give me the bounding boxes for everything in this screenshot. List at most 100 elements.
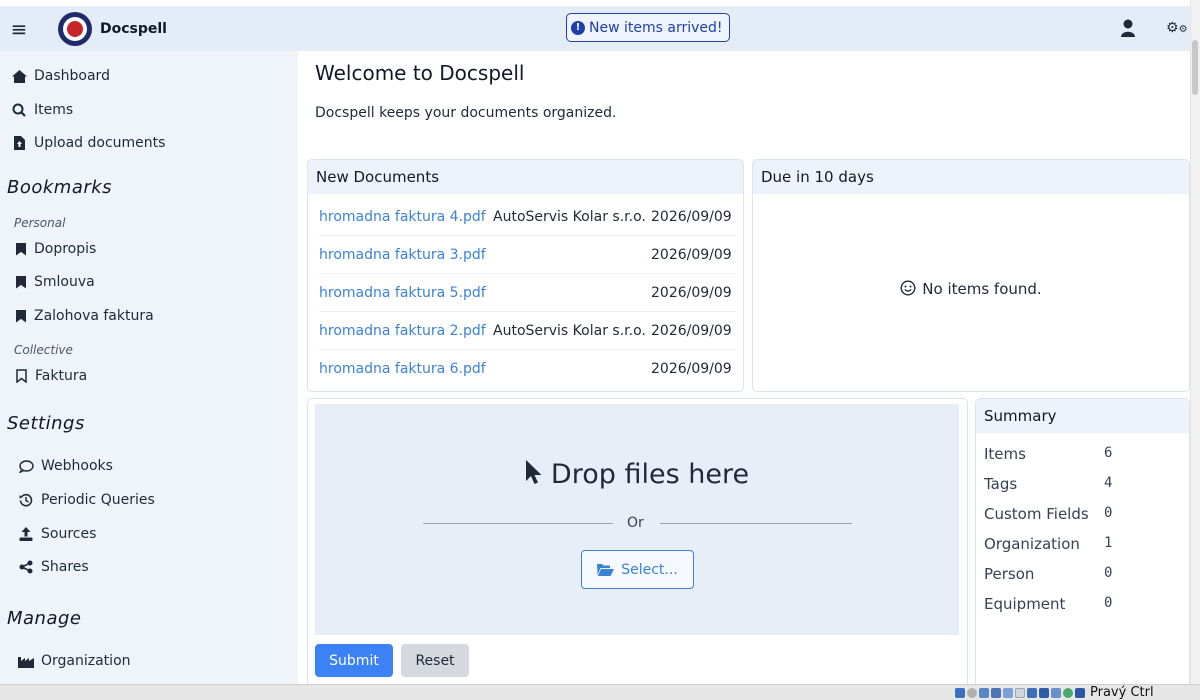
summary-label: Custom Fields <box>984 505 1089 523</box>
settings-gears-icon[interactable]: ⚙⚙ <box>1166 20 1188 36</box>
scrollbar-track[interactable] <box>1190 0 1200 684</box>
document-date: 2026/09/09 <box>651 208 732 225</box>
user-icon[interactable] <box>1120 18 1136 38</box>
tray-icon-usb[interactable] <box>1003 688 1013 698</box>
file-upload-icon <box>10 136 28 150</box>
bookmark-label: Faktura <box>35 368 88 384</box>
sidebar-item-shares[interactable]: Shares <box>18 559 89 575</box>
table-row: hromadna faktura 2.pdf AutoServis Kolar … <box>319 312 737 350</box>
document-link[interactable]: hromadna faktura 4.pdf <box>319 209 493 225</box>
divider-left <box>423 523 613 524</box>
table-row: hromadna faktura 4.pdf AutoServis Kolar … <box>319 198 737 236</box>
document-date: 2026/09/09 <box>651 246 732 263</box>
summary-title: Summary <box>976 399 1189 433</box>
sidebar-item-label: Sources <box>41 526 97 542</box>
tray-icon-keyboard[interactable] <box>1075 688 1085 698</box>
due-title: Due in 10 days <box>753 160 1189 194</box>
bookmark-label: Smlouva <box>34 274 95 290</box>
summary-value: 6 <box>1104 445 1113 461</box>
pointer-icon <box>525 459 543 485</box>
tray-icon-network[interactable] <box>991 688 1001 698</box>
sidebar-item-items[interactable]: Items <box>10 102 73 118</box>
bookmark-icon <box>16 242 26 256</box>
drop-zone[interactable]: Drop files here Or Select... <box>315 404 959 635</box>
summary-value: 4 <box>1104 475 1113 491</box>
top-bar: ≡ Docspell ! New items arrived! ⚙⚙ <box>0 6 1190 51</box>
summary-row: Tags 4 <box>984 475 1112 493</box>
new-items-notice[interactable]: ! New items arrived! <box>566 13 730 42</box>
document-link[interactable]: hromadna faktura 2.pdf <box>319 323 493 339</box>
sidebar-item-label: Webhooks <box>41 458 113 474</box>
smile-icon <box>900 280 916 296</box>
page-subtitle: Docspell keeps your documents organized. <box>315 105 617 121</box>
drop-text: Drop files here <box>550 459 750 490</box>
table-row: hromadna faktura 3.pdf 2026/09/09 <box>319 236 737 274</box>
summary-row: Equipment 0 <box>984 595 1112 613</box>
sidebar-item-periodic-queries[interactable]: Periodic Queries <box>18 492 155 508</box>
tray-icon-optical[interactable] <box>967 688 977 698</box>
divider-right <box>660 523 852 524</box>
scrollbar-thumb[interactable] <box>1192 40 1198 95</box>
sidebar-item-organization[interactable]: Organization <box>18 653 131 669</box>
document-organization: AutoServis Kolar s.r.o. <box>493 208 646 225</box>
reset-button[interactable]: Reset <box>401 644 469 677</box>
document-link[interactable]: hromadna faktura 5.pdf <box>319 285 493 301</box>
sidebar-item-upload-documents[interactable]: Upload documents <box>10 135 165 151</box>
tray-icon-display[interactable] <box>1027 688 1037 698</box>
app-name[interactable]: Docspell <box>100 21 167 37</box>
select-files-button[interactable]: Select... <box>581 550 694 589</box>
info-icon: ! <box>571 20 585 35</box>
sidebar-item-label: Shares <box>41 559 89 575</box>
summary-label: Items <box>984 445 1026 463</box>
tray-icon-audio[interactable] <box>979 688 989 698</box>
bookmark-dopropis[interactable]: Dopropis <box>16 241 96 257</box>
document-organization: AutoServis Kolar s.r.o. <box>493 322 646 339</box>
share-icon <box>18 560 34 574</box>
sidebar-item-label: Upload documents <box>34 135 166 151</box>
document-link[interactable]: hromadna faktura 6.pdf <box>319 361 493 377</box>
submit-button[interactable]: Submit <box>315 644 393 677</box>
select-button-label: Select... <box>621 561 678 578</box>
due-card: Due in 10 days No items found. <box>752 159 1190 392</box>
sidebar-item-label: Organization <box>41 653 131 669</box>
table-row: hromadna faktura 5.pdf 2026/09/09 <box>319 274 737 312</box>
bookmark-smlouva[interactable]: Smlouva <box>16 274 95 290</box>
sidebar-item-label: Periodic Queries <box>41 492 155 508</box>
home-icon <box>10 69 28 83</box>
new-documents-card: New Documents hromadna faktura 4.pdf Aut… <box>307 159 744 392</box>
summary-row: Person 0 <box>984 565 1112 583</box>
or-label: Or <box>627 515 644 531</box>
summary-card: Summary Items 6 Tags 4 Custom Fields 0 O… <box>975 398 1190 688</box>
bookmark-faktura[interactable]: Faktura <box>16 368 87 384</box>
tray-icon-recording[interactable] <box>1039 688 1049 698</box>
tray-icon-cpu[interactable] <box>1051 688 1061 698</box>
bookmark-zalohova-faktura[interactable]: Zalohova faktura <box>16 308 154 324</box>
summary-row: Custom Fields 0 <box>984 505 1112 523</box>
summary-label: Person <box>984 565 1035 583</box>
bookmark-icon <box>16 309 26 323</box>
tray-icon-disk[interactable] <box>955 688 965 698</box>
host-key-label: Pravý Ctrl <box>1090 685 1154 700</box>
logo-icon[interactable] <box>58 11 92 46</box>
settings-heading: Settings <box>7 413 85 434</box>
document-link[interactable]: hromadna faktura 3.pdf <box>319 247 493 263</box>
bookmark-outline-icon <box>16 369 27 383</box>
bookmark-icon <box>16 275 26 289</box>
upload-icon <box>18 527 34 541</box>
sidebar-item-webhooks[interactable]: Webhooks <box>18 458 113 474</box>
host-status-bar: Pravý Ctrl <box>0 684 1200 700</box>
page-title: Welcome to Docspell <box>315 61 525 85</box>
menu-icon[interactable]: ≡ <box>0 6 38 51</box>
sidebar: Dashboard Items Upload documents Bookmar… <box>0 51 298 684</box>
sidebar-item-sources[interactable]: Sources <box>18 526 96 542</box>
tray-icon-shared-folder[interactable] <box>1015 688 1025 698</box>
summary-value: 1 <box>1104 535 1113 551</box>
notice-text: New items arrived! <box>589 19 723 36</box>
summary-label: Equipment <box>984 595 1066 613</box>
tray-icon-mouse[interactable] <box>1063 688 1073 698</box>
tray-icons: Pravý Ctrl <box>955 685 1154 700</box>
manage-heading: Manage <box>7 608 82 629</box>
sidebar-item-dashboard[interactable]: Dashboard <box>10 68 110 84</box>
sidebar-item-label: Dashboard <box>34 68 110 84</box>
summary-row: Organization 1 <box>984 535 1112 553</box>
